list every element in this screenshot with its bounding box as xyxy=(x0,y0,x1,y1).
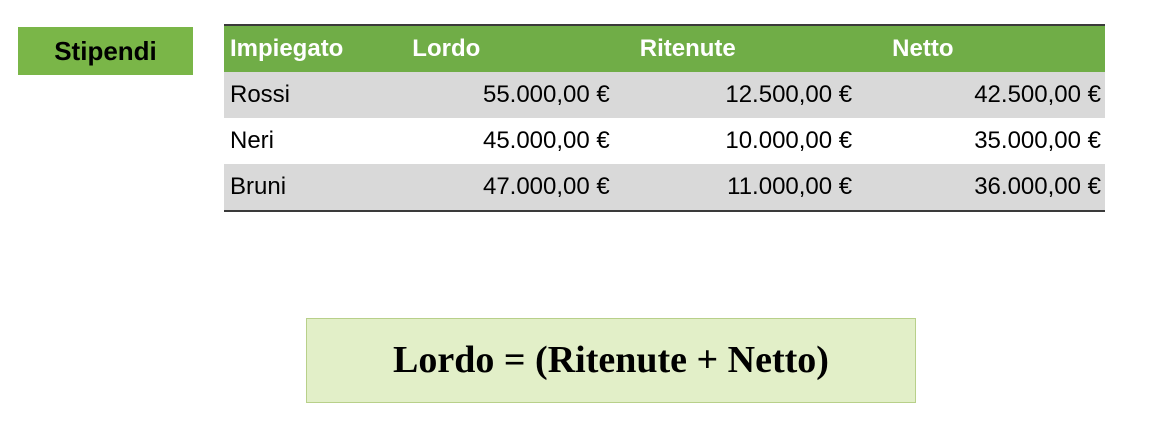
sheet-title-label: Stipendi xyxy=(18,27,193,75)
cell-lordo: 47.000,00 € xyxy=(402,164,614,211)
cell-impiegato: Neri xyxy=(230,127,275,154)
cell-impiegato: Bruni xyxy=(224,164,403,211)
table-header-row: Impiegato Lordo Ritenute Netto xyxy=(224,25,1105,72)
salary-table: Impiegato Lordo Ritenute Netto Rossi 55.… xyxy=(224,24,1105,212)
table-row: Rossi 55.000,00 € 12.500,00 € 42.500,00 … xyxy=(224,72,1105,118)
cell-netto: 35.000,00 € xyxy=(974,127,1101,154)
header-ritenute: Ritenute xyxy=(613,25,857,72)
cell-impiegato: Rossi xyxy=(224,72,403,118)
cell-netto: 42.500,00 € xyxy=(856,72,1105,118)
header-impiegato: Impiegato xyxy=(224,25,403,72)
cell-ritenute: 10.000,00 € xyxy=(725,127,853,154)
cell-lordo: 45.000,00 € xyxy=(482,127,610,154)
cell-netto: 36.000,00 € xyxy=(856,164,1105,211)
cell-lordo: 55.000,00 € xyxy=(402,72,614,118)
table-row: Neri 45.000,00 € 10.000,00 € 35.000,00 € xyxy=(224,118,1105,164)
header-lordo: Lordo xyxy=(402,25,614,72)
table-row: Bruni 47.000,00 € 11.000,00 € 36.000,00 … xyxy=(224,164,1105,211)
cell-ritenute: 12.500,00 € xyxy=(613,72,857,118)
cell-ritenute: 11.000,00 € xyxy=(613,164,857,211)
header-netto: Netto xyxy=(856,25,1105,72)
formula-box: Lordo = (Ritenute + Netto) xyxy=(306,318,916,403)
